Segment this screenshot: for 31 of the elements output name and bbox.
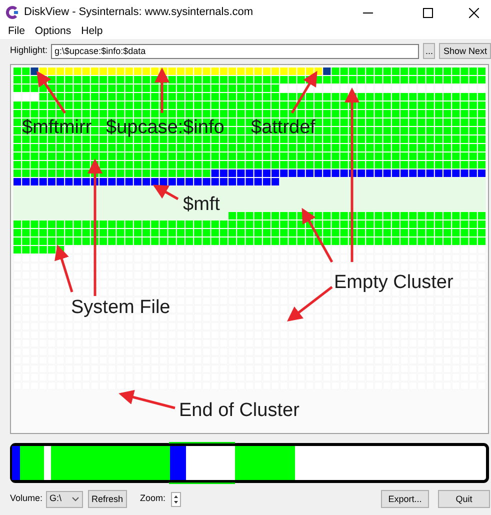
annotation-label: Empty Cluster [334, 272, 454, 293]
annotation-arrow [152, 184, 179, 200]
annotation-label: End of Cluster [179, 400, 300, 421]
annotation-label: $mft [183, 194, 220, 215]
annotation-arrow [36, 70, 66, 114]
window-title: DiskView - Sysinternals: www.sysinternals.com [24, 5, 254, 20]
show-next-button[interactable]: Show Next [439, 43, 491, 59]
zoom-spinner[interactable] [170, 492, 181, 506]
zoom-label: Zoom: [140, 492, 166, 506]
annotation-label: System File [71, 297, 170, 318]
refresh-button[interactable]: Refresh [88, 490, 128, 508]
highlight-field[interactable]: g:\$upcase:$info:$data [50, 44, 419, 58]
volume-label: Volume: [10, 492, 43, 506]
menu-item[interactable]: Options [34, 24, 72, 40]
chevron-icon [72, 496, 79, 502]
app-icon [6, 6, 19, 19]
annotation-arrow [118, 390, 176, 410]
export-button[interactable]: Export... [381, 490, 429, 508]
browse-button[interactable]: ... [422, 43, 436, 59]
annotation-arrow [154, 68, 170, 113]
menu-item[interactable]: Help [81, 24, 103, 40]
quit-button[interactable]: Quit [438, 490, 490, 508]
close-icon [469, 8, 479, 18]
maximize-icon [423, 8, 433, 18]
highlight-label: Highlight: [10, 44, 48, 58]
annotation-arrow [287, 286, 333, 322]
volume-dropdown[interactable]: G:\ [46, 490, 83, 508]
menu-item[interactable]: File [8, 24, 25, 40]
annotation-arrow [54, 244, 74, 292]
annotation-arrow [302, 208, 334, 263]
annotation-arrow [290, 70, 318, 114]
